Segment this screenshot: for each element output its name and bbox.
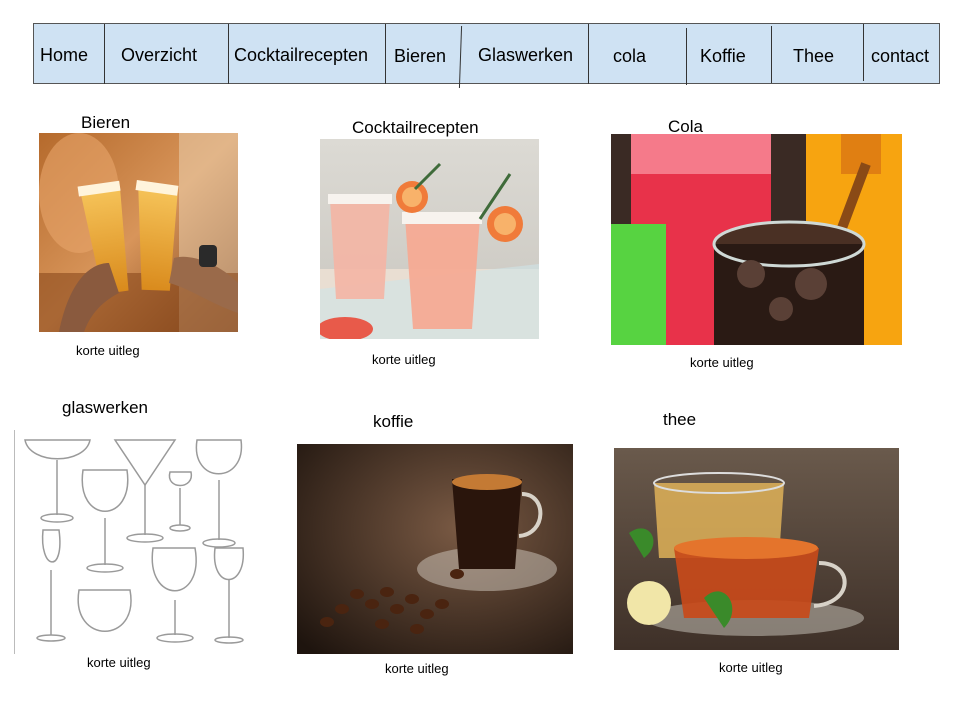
card-desc-cola: korte uitleg (690, 355, 754, 370)
nav-divider (385, 24, 386, 84)
card-desc-thee: korte uitleg (719, 660, 783, 675)
beer-image[interactable] (39, 133, 238, 332)
nav-home[interactable]: Home (40, 45, 88, 66)
card-desc-koffie: korte uitleg (385, 661, 449, 676)
card-title-glaswerken: glaswerken (62, 398, 148, 417)
card-title-thee: thee (663, 410, 697, 429)
nav-contact[interactable]: contact (871, 46, 929, 67)
coffee-image-art (297, 444, 573, 654)
nav-thee[interactable]: Thee (793, 46, 834, 67)
cola-image[interactable] (611, 134, 902, 345)
glassware-image-art (24, 439, 244, 644)
cocktail-image[interactable] (320, 139, 539, 339)
nav-cocktailrecepten[interactable]: Cocktailrecepten (234, 45, 368, 66)
card-desc-cocktailrecepten: korte uitleg (372, 352, 436, 367)
nav-divider (771, 26, 772, 83)
nav-divider (863, 24, 864, 81)
nav-divider (686, 28, 687, 85)
nav-overzicht[interactable]: Overzicht (121, 45, 197, 66)
glassware-image[interactable] (14, 430, 251, 654)
nav-divider (228, 24, 229, 84)
card-title-koffie: koffie (373, 412, 414, 431)
cocktail-image-art (320, 139, 539, 339)
cola-image-art (611, 134, 902, 345)
card-desc-glaswerken: korte uitleg (87, 655, 151, 670)
nav-koffie[interactable]: Koffie (700, 46, 746, 67)
nav-divider (458, 26, 463, 88)
main-nav-bar: Home Overzicht Cocktailrecepten Bieren G… (33, 23, 940, 88)
nav-cola[interactable]: cola (613, 46, 646, 67)
card-title-cocktailrecepten: Cocktailrecepten (352, 118, 479, 137)
tea-image-art (614, 448, 899, 650)
nav-glaswerken[interactable]: Glaswerken (478, 45, 573, 66)
nav-bieren[interactable]: Bieren (394, 46, 446, 67)
card-desc-bieren: korte uitleg (76, 343, 140, 358)
tea-image[interactable] (614, 448, 899, 650)
nav-divider (104, 24, 105, 84)
coffee-image[interactable] (297, 444, 573, 654)
beer-image-art (39, 133, 238, 332)
nav-divider (588, 24, 589, 84)
card-title-bieren: Bieren (81, 113, 131, 132)
